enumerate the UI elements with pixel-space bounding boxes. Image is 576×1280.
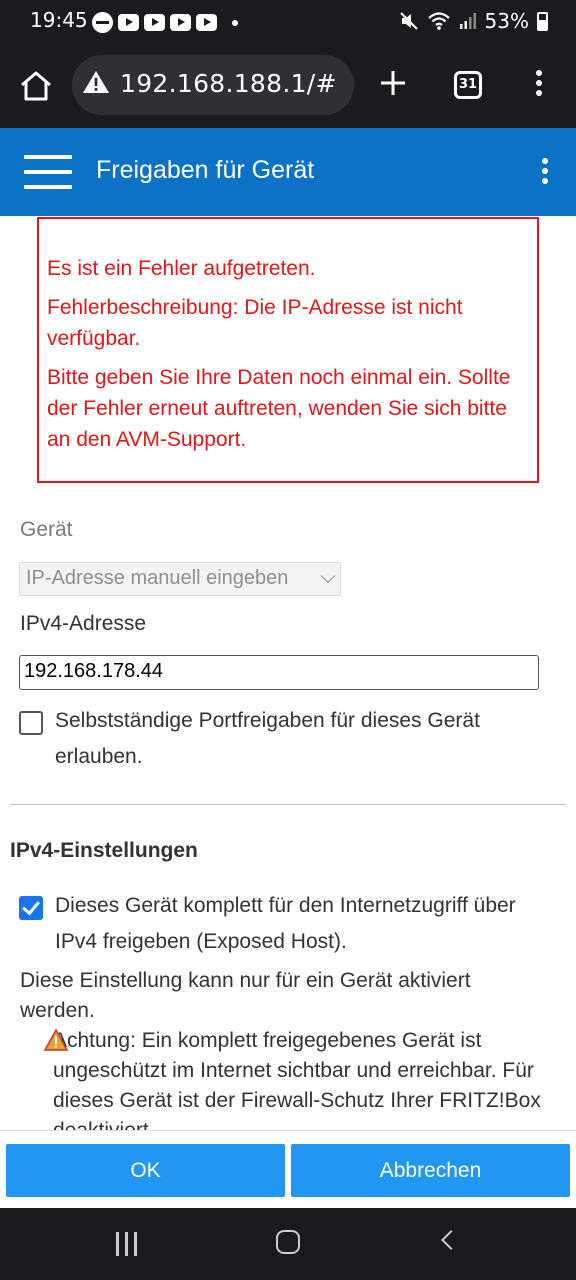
- ok-button[interactable]: OK: [6, 1144, 285, 1197]
- youtube-icon: [196, 14, 217, 31]
- main-content: Es ist ein Fehler aufgetreten. Fehlerbes…: [0, 216, 576, 1130]
- error-description: Fehlerbeschreibung: Die IP-Adresse ist n…: [47, 296, 463, 350]
- hamburger-menu-icon[interactable]: [24, 155, 72, 189]
- notification-icons: [92, 12, 238, 33]
- battery-icon: [537, 11, 548, 31]
- youtube-icon: [144, 14, 165, 31]
- recents-icon[interactable]: [116, 1232, 138, 1256]
- ipv4-address-input[interactable]: 192.168.178.44: [19, 655, 539, 690]
- status-bar: 19:45 53%: [0, 0, 576, 44]
- youtube-icon: [118, 14, 139, 31]
- device-label: Gerät: [20, 518, 73, 541]
- error-line: Es ist ein Fehler aufgetreten.: [47, 257, 316, 280]
- exposed-host-checkbox[interactable]: [19, 896, 43, 920]
- tab-switcher-button[interactable]: 31: [454, 71, 482, 99]
- not-secure-warning-icon[interactable]: [82, 69, 110, 95]
- app-menu-icon[interactable]: [542, 158, 548, 188]
- exposed-host-info: Diese Einstellung kann nur für ein Gerät…: [20, 969, 471, 1022]
- more-notifications-dot-icon: [232, 19, 238, 26]
- home-icon[interactable]: [18, 68, 54, 104]
- action-bar: OK Abbrechen: [0, 1130, 576, 1208]
- error-instructions: Bitte geben Sie Ihre Daten noch einmal e…: [47, 366, 511, 451]
- status-time: 19:45: [30, 8, 88, 32]
- section-divider: [10, 804, 566, 805]
- back-icon[interactable]: [441, 1230, 461, 1250]
- notification-icon: [92, 12, 113, 33]
- exposed-host-warning: Achtung: Ein komplett freigegebenes Gerä…: [53, 1029, 541, 1130]
- wifi-icon: [427, 12, 450, 30]
- port-sharing-checkbox[interactable]: [19, 711, 43, 735]
- new-tab-icon[interactable]: [378, 68, 408, 98]
- device-select-value: IP-Adresse manuell eingeben: [26, 567, 289, 589]
- warning-icon: [44, 1029, 68, 1051]
- mute-icon: [399, 12, 418, 30]
- system-navigation-bar: [0, 1208, 576, 1280]
- browser-toolbar: 192.168.188.1/# 31: [0, 44, 576, 128]
- error-message-box: Es ist ein Fehler aufgetreten. Fehlerbes…: [37, 217, 539, 483]
- signal-icon: [459, 13, 476, 29]
- ipv4-label: IPv4-Adresse: [20, 612, 147, 635]
- url-text[interactable]: 192.168.188.1/#: [120, 69, 337, 98]
- exposed-host-label[interactable]: Dieses Gerät komplett für den Internetzu…: [55, 888, 535, 960]
- chevron-down-icon: [320, 568, 336, 584]
- port-sharing-label[interactable]: Selbstständige Portfreigaben für dieses …: [55, 703, 535, 775]
- browser-menu-icon[interactable]: [536, 70, 542, 100]
- ipv4-settings-title: IPv4-Einstellungen: [10, 839, 198, 862]
- app-header: Freigaben für Gerät: [0, 128, 576, 216]
- youtube-icon: [170, 14, 191, 31]
- cancel-button[interactable]: Abbrechen: [291, 1144, 570, 1197]
- address-bar[interactable]: 192.168.188.1/#: [72, 55, 354, 115]
- home-nav-icon[interactable]: [276, 1230, 300, 1254]
- battery-percentage: 53%: [484, 9, 529, 33]
- page-title: Freigaben für Gerät: [96, 156, 315, 184]
- status-indicators: 53%: [399, 9, 548, 33]
- device-select[interactable]: IP-Adresse manuell eingeben: [19, 562, 341, 596]
